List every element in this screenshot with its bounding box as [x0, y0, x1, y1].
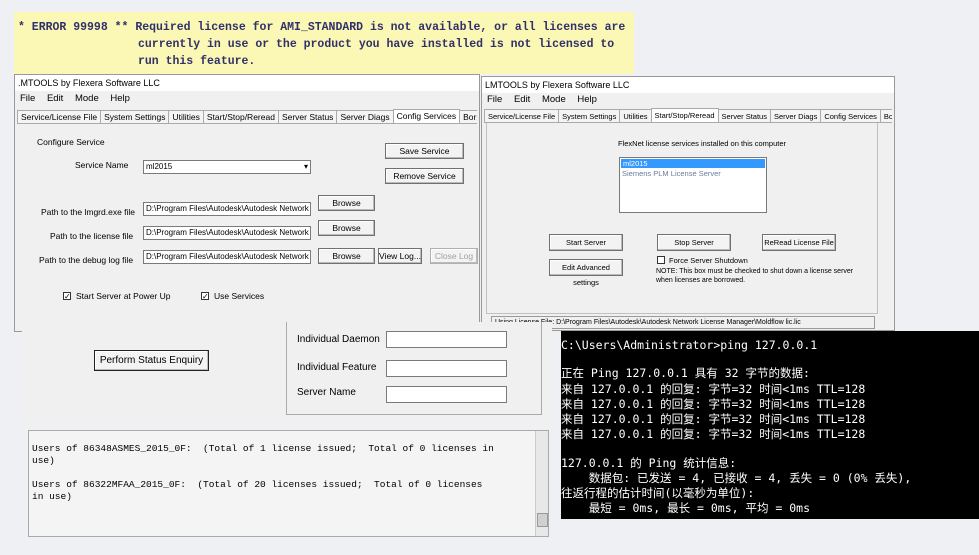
- start-at-powerup-label: Start Server at Power Up: [76, 291, 171, 301]
- menu-bar: File Edit Mode Help: [482, 93, 894, 107]
- tab-service-license-file[interactable]: Service/License File: [17, 110, 102, 123]
- menu-mode[interactable]: Mode: [75, 93, 99, 104]
- individual-feature-input[interactable]: [386, 360, 507, 377]
- scrollbar-thumb[interactable]: [537, 513, 548, 527]
- vertical-scrollbar[interactable]: [535, 431, 548, 536]
- tab-server-diags[interactable]: Server Diags: [769, 109, 822, 122]
- lmtools-window-start-stop: LMTOOLS by Flexera Software LLC File Edi…: [481, 76, 895, 331]
- tab-server-diags[interactable]: Server Diags: [336, 110, 394, 123]
- edit-advanced-settings-button[interactable]: Edit Advanced settings: [549, 259, 623, 287]
- menu-help[interactable]: Help: [110, 93, 130, 104]
- tab-borrowing[interactable]: Borrowing: [459, 110, 477, 123]
- tab-strip: Service/License File System Settings Utili…: [484, 108, 892, 123]
- tab-system-settings[interactable]: System Settings: [558, 109, 621, 122]
- service-name-label: Service Name: [75, 160, 129, 170]
- terminal-line: 来自 127.0.0.1 的回复: 字节=32 时间<1ms TTL=128: [561, 427, 866, 441]
- terminal-line: 来自 127.0.0.1 的回复: 字节=32 时间<1ms TTL=128: [561, 412, 866, 426]
- lmgrd-path-label: Path to the lmgrd.exe file: [41, 207, 136, 217]
- lmgrd-path-input[interactable]: D:\Program Files\Autodesk\Autodesk Netwo…: [143, 202, 311, 216]
- server-name-label: Server Name: [297, 387, 356, 398]
- terminal-line: 数据包: 已发送 = 4, 已接收 = 4, 丢失 = 0 (0% 丢失),: [561, 471, 912, 485]
- menu-file[interactable]: File: [20, 93, 35, 104]
- error-line-2: currently in use or the product you have…: [138, 38, 615, 51]
- tab-utilities[interactable]: Utilities: [168, 110, 204, 123]
- menu-edit[interactable]: Edit: [47, 93, 63, 104]
- tab-service-license-file[interactable]: Service/License File: [484, 109, 560, 122]
- force-shutdown-checkbox[interactable]: [657, 256, 665, 264]
- tab-utilities[interactable]: Utilities: [619, 109, 652, 122]
- menu-help[interactable]: Help: [577, 94, 597, 105]
- services-listbox[interactable]: ml2015 Siemens PLM License Server: [619, 157, 767, 213]
- individual-daemon-label: Individual Daemon: [297, 334, 380, 345]
- enquiry-group: Individual Daemon Individual Feature Ser…: [286, 322, 542, 415]
- terminal-line: 127.0.0.1 的 Ping 统计信息:: [561, 456, 737, 470]
- use-services-checkbox[interactable]: ✓: [201, 292, 209, 301]
- individual-feature-label: Individual Feature: [297, 362, 377, 373]
- browse-lmgrd-button[interactable]: Browse: [318, 195, 375, 211]
- tab-config-services[interactable]: Config Services: [820, 109, 881, 122]
- menu-edit[interactable]: Edit: [514, 94, 530, 105]
- configure-service-label: Configure Service: [37, 137, 105, 147]
- tab-server-status[interactable]: Server Status: [717, 109, 771, 122]
- list-item[interactable]: ml2015: [621, 159, 765, 168]
- license-path-input[interactable]: D:\Program Files\Autodesk\Autodesk Netwo…: [143, 226, 311, 240]
- terminal-line: 来自 127.0.0.1 的回复: 字节=32 时间<1ms TTL=128: [561, 382, 866, 396]
- tab-config-services[interactable]: Config Services: [392, 109, 461, 123]
- flexnet-services-label: FlexNet license services installed on th…: [618, 139, 786, 148]
- tab-start-stop-reread[interactable]: Start/Stop/Reread: [650, 108, 719, 122]
- list-item[interactable]: Siemens PLM License Server: [620, 169, 766, 178]
- reread-license-button[interactable]: ReRead License File: [762, 234, 836, 251]
- individual-daemon-input[interactable]: [386, 331, 507, 348]
- terminal-line: 来自 127.0.0.1 的回复: 字节=32 时间<1ms TTL=128: [561, 397, 866, 411]
- error-line-1: * ERROR 99998 ** Required license for AM…: [18, 21, 626, 34]
- lmtools-window-config: .MTOOLS by Flexera Software LLC File Edi…: [14, 74, 480, 332]
- usage-line-4: in use): [32, 491, 72, 502]
- menu-file[interactable]: File: [487, 94, 502, 105]
- use-services-label: Use Services: [214, 291, 265, 301]
- save-service-button[interactable]: Save Service: [385, 143, 464, 159]
- tab-strip: Service/License File System Settings Utili…: [17, 109, 477, 124]
- start-at-powerup-checkbox[interactable]: ✓: [63, 292, 71, 301]
- terminal-line: C:\Users\Administrator>ping 127.0.0.1: [561, 338, 818, 352]
- command-prompt-window: C:\Users\Administrator>ping 127.0.0.1 正在…: [561, 331, 979, 519]
- tab-server-status[interactable]: Server Status: [277, 110, 338, 123]
- license-path-label: Path to the license file: [50, 231, 134, 241]
- usage-line-2: use): [32, 455, 55, 466]
- debug-log-path-input[interactable]: D:\Program Files\Autodesk\Autodesk Netwo…: [143, 250, 311, 264]
- window-title: .MTOOLS by Flexera Software LLC: [15, 75, 479, 91]
- force-shutdown-label: Force Server Shutdown: [669, 256, 748, 265]
- remove-service-button[interactable]: Remove Service: [385, 168, 464, 184]
- menu-bar: File Edit Mode Help: [15, 92, 479, 106]
- view-log-button[interactable]: View Log...: [378, 248, 422, 264]
- error-line-3: run this feature.: [138, 55, 256, 68]
- debug-log-path-label: Path to the debug log file: [39, 255, 134, 265]
- tab-system-settings[interactable]: System Settings: [100, 110, 170, 123]
- note-line-1: NOTE: This box must be checked to shut d…: [656, 268, 854, 275]
- perform-status-enquiry-button[interactable]: Perform Status Enquiry: [94, 350, 209, 371]
- terminal-line: 正在 Ping 127.0.0.1 具有 32 字节的数据:: [561, 366, 810, 380]
- license-usage-output: Users of 86348ASMES_2015_0F: (Total of 1…: [28, 430, 549, 537]
- usage-line-3: Users of 86322MFAA_2015_0F: (Total of 20…: [32, 479, 483, 490]
- tab-borrowing[interactable]: Borrowing: [879, 109, 892, 122]
- tab-panel: [486, 123, 878, 314]
- browse-debug-log-button[interactable]: Browse: [318, 248, 375, 264]
- usage-line-1: Users of 86348ASMES_2015_0F: (Total of 1…: [32, 443, 494, 454]
- menu-mode[interactable]: Mode: [542, 94, 566, 105]
- service-name-combo[interactable]: ml2015 ▾: [143, 160, 311, 174]
- start-server-button[interactable]: Start Server: [549, 234, 623, 251]
- terminal-line: 最短 = 0ms, 最长 = 0ms, 平均 = 0ms: [561, 501, 811, 515]
- status-enquiry-panel: Perform Status Enquiry Individual Daemon…: [22, 322, 552, 426]
- tab-start-stop-reread[interactable]: Start/Stop/Reread: [202, 110, 279, 123]
- server-name-input[interactable]: [386, 386, 507, 403]
- window-title: LMTOOLS by Flexera Software LLC: [482, 77, 894, 93]
- chevron-down-icon: ▾: [303, 162, 308, 171]
- browse-license-button[interactable]: Browse: [318, 220, 375, 236]
- terminal-line: 往返行程的估计时间(以毫秒为单位):: [561, 486, 755, 500]
- note-line-2: when licenses are borrowed.: [656, 277, 746, 284]
- close-log-button[interactable]: Close Log: [430, 248, 478, 264]
- service-name-value: ml2015: [146, 162, 173, 171]
- error-banner: * ERROR 99998 ** Required license for AM…: [14, 12, 634, 74]
- stop-server-button[interactable]: Stop Server: [657, 234, 731, 251]
